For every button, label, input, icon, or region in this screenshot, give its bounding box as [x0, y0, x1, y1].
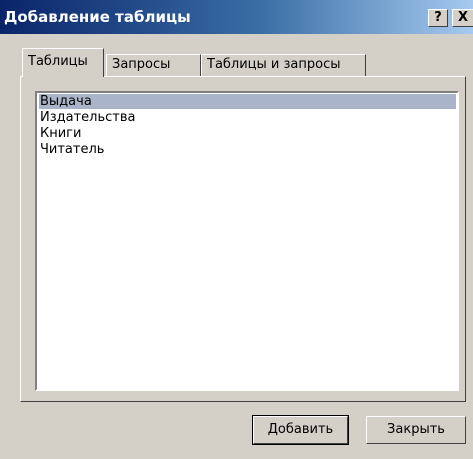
- list-item-reader[interactable]: Читатель: [39, 142, 104, 157]
- add-table-dialog: Добавление таблицы ? X Таблицы Запросы Т…: [0, 0, 473, 459]
- table-list[interactable]: Выдача Издательства Книги Читатель: [35, 91, 459, 391]
- help-button[interactable]: ?: [428, 9, 448, 27]
- close-button[interactable]: Закрыть: [366, 416, 466, 444]
- tab-queries[interactable]: Запросы: [106, 54, 201, 76]
- tab-tables-and-queries[interactable]: Таблицы и запросы: [201, 54, 366, 76]
- list-item-books[interactable]: Книги: [39, 126, 81, 141]
- close-icon[interactable]: X: [452, 9, 473, 27]
- add-button[interactable]: Добавить: [252, 415, 349, 445]
- list-item-publishers[interactable]: Издательства: [39, 110, 135, 125]
- dialog-title: Добавление таблицы: [4, 8, 191, 26]
- title-bar[interactable]: Добавление таблицы ? X: [0, 0, 473, 34]
- tab-tables[interactable]: Таблицы: [22, 48, 104, 77]
- list-item-vydacha[interactable]: Выдача: [39, 94, 456, 109]
